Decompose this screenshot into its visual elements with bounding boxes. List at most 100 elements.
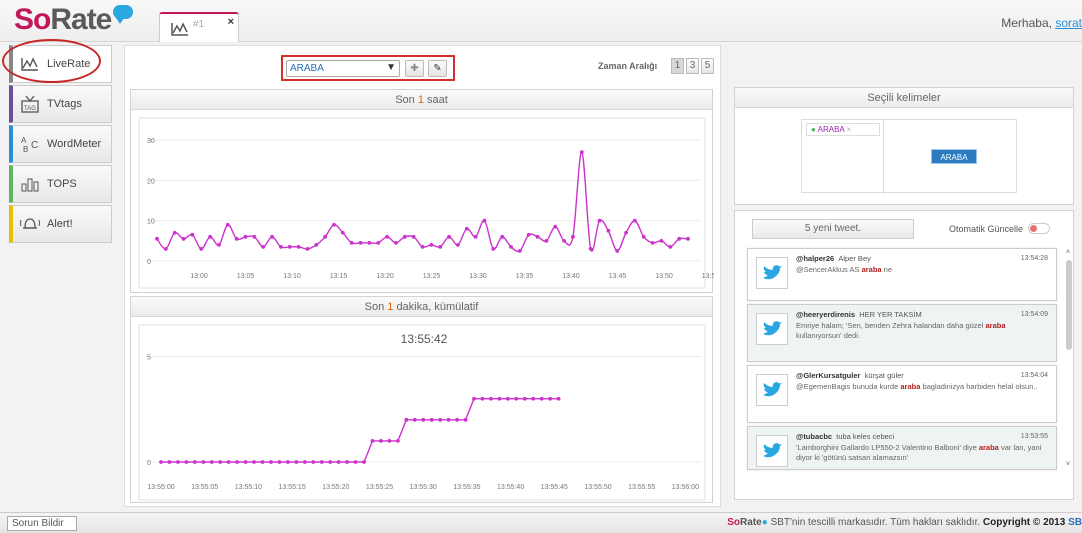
data-point	[340, 230, 345, 235]
twitter-bird-icon	[756, 257, 788, 289]
tweet-card[interactable]: @GlerKursatguler kürşat güler 13:54:04 @Eg…	[747, 365, 1057, 423]
x-tick-label: 13:55:40	[497, 484, 524, 491]
sidebar-item-label: WordMeter	[47, 138, 102, 150]
data-point	[332, 222, 336, 227]
tweets-scrollbar[interactable]: ˄ ˅	[1065, 249, 1073, 499]
data-point	[349, 240, 354, 245]
tweet-card[interactable]: @tubacbc tuba keles cebeci 13:53:55 'Lambo…	[747, 426, 1057, 470]
data-point	[659, 238, 664, 243]
add-keyword-button[interactable]: ✚	[405, 60, 424, 77]
tab-1[interactable]: #1 ×	[159, 12, 239, 42]
selected-keywords-panel: Seçili kelimeler ● ARABA × ARABA	[734, 87, 1074, 205]
data-point	[226, 460, 231, 464]
tweet-time: 13:54:04	[1020, 372, 1048, 379]
data-point	[209, 460, 214, 464]
sidebar-item-tvtags[interactable]: TAG TVtags	[9, 85, 112, 123]
range-button-5[interactable]: 5	[701, 58, 714, 74]
data-point	[277, 460, 282, 464]
data-point	[473, 234, 478, 239]
data-point	[208, 234, 212, 239]
tweet-author-name: kürşat güler	[864, 371, 904, 380]
remove-tag-icon[interactable]: ×	[847, 125, 852, 134]
logo-so: So	[14, 3, 51, 36]
footer-brand-rate: Rate	[740, 517, 762, 528]
tweet-handle[interactable]: @tubacbc	[796, 432, 832, 441]
tweet-keyword: araba	[978, 443, 999, 452]
x-tick-label: 13:25	[423, 273, 441, 280]
x-tick-label: 13:05	[237, 273, 255, 280]
data-point	[394, 240, 398, 245]
data-point	[447, 234, 451, 239]
tweet-user[interactable]: @GlerKursatguler kürşat güler	[796, 371, 904, 380]
sidebar-item-tops[interactable]: TOPS	[9, 165, 112, 203]
username-link[interactable]: sorat	[1055, 16, 1082, 30]
sidebar-item-label: Alert!	[47, 218, 73, 230]
tweet-user[interactable]: @heeryerdirenis HER YER TAKSİM	[796, 310, 922, 319]
data-point	[588, 247, 593, 251]
speech-bubble-icon	[113, 5, 134, 24]
edit-keyword-button[interactable]: ✎	[428, 60, 447, 77]
x-tick-label: 13:56:00	[672, 484, 699, 491]
sidebar-item-label: TVtags	[47, 98, 82, 110]
keyword-tag[interactable]: ● ARABA ×	[806, 123, 880, 136]
tweet-user[interactable]: @halper26 Alper Bey	[796, 254, 871, 263]
tweet-text: @EgemenBagis bunuda kurde araba bagladin…	[796, 382, 1046, 392]
tweet-text-pre: 'Lamborghini Gallardo LP550-2 Valentino …	[796, 443, 979, 452]
tweet-card[interactable]: @heeryerdirenis HER YER TAKSİM 13:54:09 Em…	[747, 304, 1057, 362]
scrollbar-thumb[interactable]	[1066, 260, 1072, 350]
data-point	[159, 460, 163, 464]
panel-title-num: 1	[387, 301, 394, 313]
data-point	[505, 396, 510, 401]
toggle-knob	[1030, 225, 1037, 232]
range-button-1[interactable]: 1	[671, 58, 684, 74]
pencil-icon: ✎	[433, 63, 442, 74]
sorate-logo[interactable]: So Rate	[14, 3, 134, 37]
tweet-time: 13:53:55	[1020, 433, 1048, 440]
panel-header: Son 1 dakika, kümülatif	[131, 297, 712, 317]
data-point	[176, 460, 180, 464]
data-point	[517, 249, 522, 253]
data-point	[261, 244, 266, 249]
plot-frame	[138, 117, 706, 289]
tweet-user[interactable]: @tubacbc tuba keles cebeci	[796, 432, 894, 441]
y-tick-label: 10	[147, 219, 155, 226]
x-tick-label: 13:55:30	[410, 484, 437, 491]
selected-keywords-title: Seçili kelimeler	[735, 88, 1073, 108]
data-point	[539, 396, 544, 401]
data-point	[641, 234, 646, 239]
sidebar-item-wordmeter[interactable]: ABC WordMeter	[9, 125, 112, 163]
sidebar-item-alert[interactable]: Alert!	[9, 205, 112, 243]
tweet-handle[interactable]: @heeryerdirenis	[796, 310, 855, 319]
x-tick-label: 13:35	[516, 273, 534, 280]
keyword-value: ARABA	[290, 63, 324, 74]
data-point	[500, 234, 505, 239]
zaman-araligi-label: Zaman Aralığı	[598, 61, 658, 71]
scroll-down-icon[interactable]: ˅	[1066, 461, 1070, 468]
tweet-keyword: araba	[861, 265, 882, 274]
tweet-text-pre: @EgemenBagis bunuda kurde	[796, 382, 901, 391]
new-tweets-button[interactable]: 5 yeni tweet.	[752, 219, 914, 239]
tab-close-icon[interactable]: ×	[228, 16, 234, 28]
hourly-line-chart: 0 10 20 30 13:00 13:05 13:10 13:15 13:20 13:25 13:…	[138, 117, 714, 289]
copyright-year: Copyright © 2013	[982, 517, 1066, 528]
range-button-3[interactable]: 3	[686, 58, 699, 74]
data-point	[294, 460, 299, 464]
auto-update-toggle[interactable]	[1028, 223, 1050, 234]
tweet-card[interactable]: @halper26 Alper Bey 13:54:28 @SencerAkkus …	[747, 248, 1057, 301]
data-point	[606, 228, 611, 233]
report-issue-button[interactable]: Sorun Bildir	[7, 516, 77, 531]
tweet-handle[interactable]: @GlerKursatguler	[796, 371, 860, 380]
scroll-up-icon[interactable]: ˄	[1066, 249, 1070, 256]
keyword-select[interactable]: ARABA ▼	[286, 60, 400, 77]
svg-text:B: B	[23, 145, 28, 153]
data-point	[677, 236, 682, 241]
tab-number: #1	[193, 19, 205, 30]
data-point	[181, 236, 186, 241]
tweet-handle[interactable]: @halper26	[796, 254, 834, 263]
x-tick-label: 13:00	[190, 273, 208, 280]
data-point	[234, 236, 239, 241]
x-tick-label: 13:55:15	[278, 484, 305, 491]
data-point	[243, 234, 248, 239]
data-point	[370, 439, 375, 443]
data-point	[463, 417, 468, 422]
